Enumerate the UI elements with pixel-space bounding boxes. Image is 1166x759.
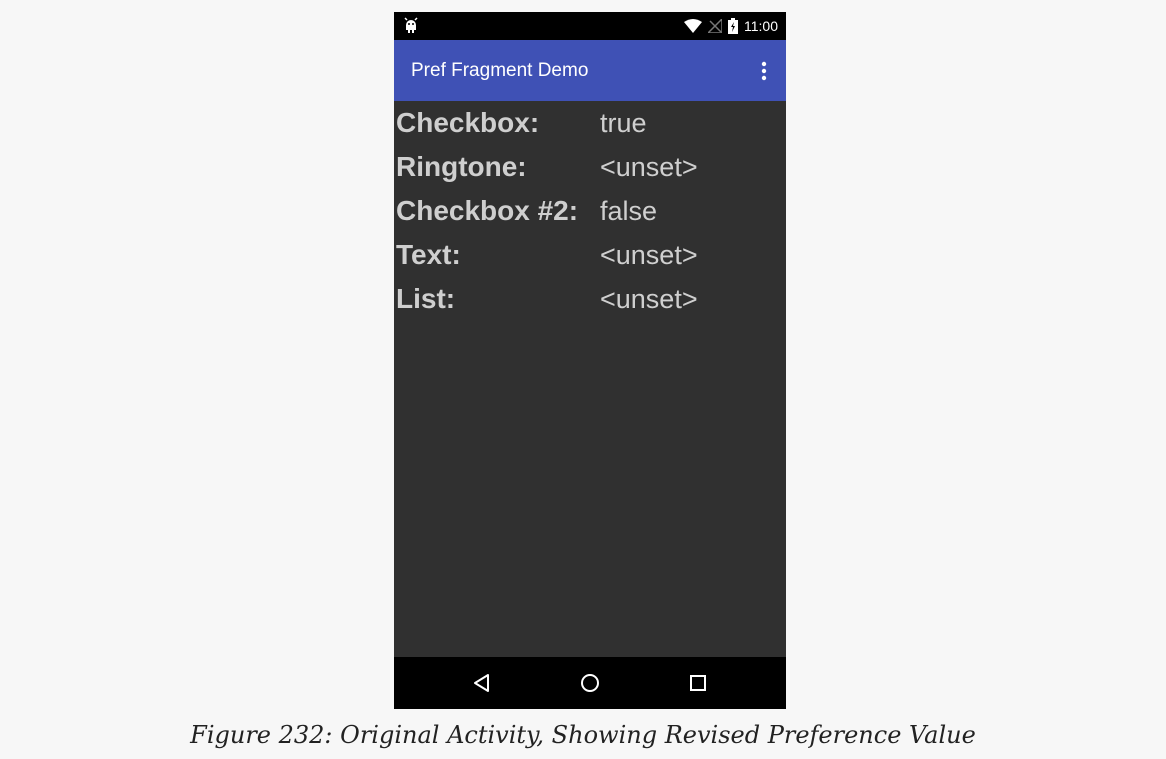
wifi-icon: [684, 19, 702, 33]
status-icons: 11:00: [684, 12, 778, 40]
more-vert-icon[interactable]: [756, 59, 772, 83]
preference-label: Checkbox #2:: [396, 195, 579, 226]
status-bar: 11:00: [394, 12, 786, 40]
app-bar: Pref Fragment Demo: [394, 40, 786, 101]
android-debug-icon: [404, 17, 418, 33]
preference-value: <unset>: [600, 284, 698, 314]
preference-row-checkbox: Checkbox: true: [394, 101, 786, 145]
preference-row-checkbox-2: Checkbox #2: false: [394, 189, 786, 233]
recents-icon[interactable]: [686, 671, 710, 695]
preference-value: <unset>: [600, 152, 698, 182]
figure-caption: Figure 232: Original Activity, Showing R…: [190, 721, 976, 749]
preference-label: Text:: [396, 239, 461, 270]
no-signal-icon: [708, 19, 722, 33]
navigation-bar: [394, 657, 786, 709]
phone-screen: 11:00 Pref Fragment Demo Checkbox: true …: [394, 12, 786, 709]
preference-label: Ringtone:: [396, 151, 527, 182]
home-icon[interactable]: [578, 671, 602, 695]
preference-label: Checkbox:: [396, 107, 540, 138]
back-icon[interactable]: [470, 671, 494, 695]
preference-value: false: [600, 196, 658, 226]
preference-row-ringtone: Ringtone: <unset>: [394, 145, 786, 189]
status-time: 11:00: [744, 18, 778, 34]
battery-charging-icon: [728, 18, 738, 34]
preference-label: List:: [396, 283, 456, 314]
preference-row-text: Text: <unset>: [394, 233, 786, 277]
preference-row-list: List: <unset>: [394, 277, 786, 321]
preference-value: <unset>: [600, 240, 698, 270]
preference-value: true: [600, 108, 647, 138]
preference-list: Checkbox: true Ringtone: <unset> Checkbo…: [394, 101, 786, 321]
app-title: Pref Fragment Demo: [411, 60, 589, 81]
